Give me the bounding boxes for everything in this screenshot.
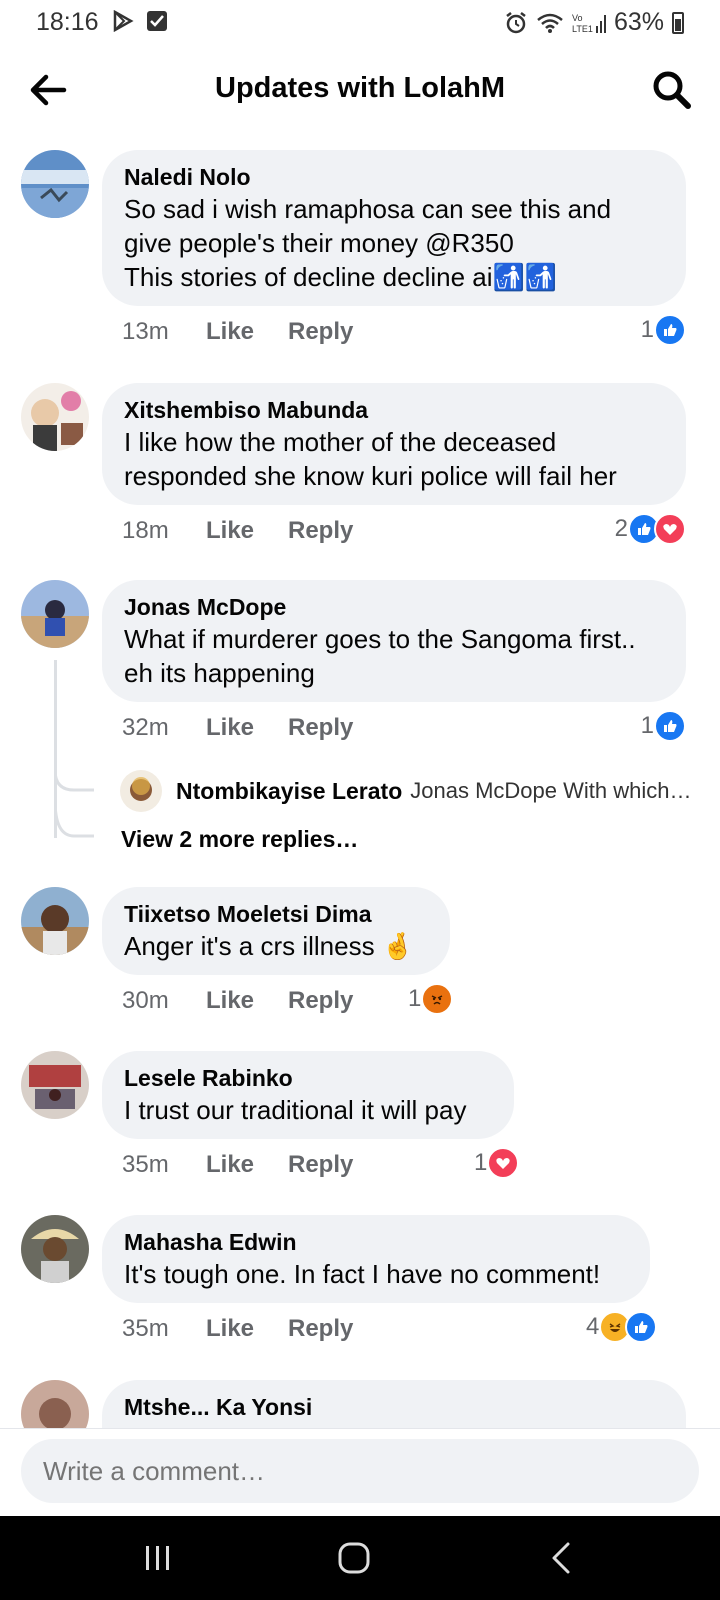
back-nav-icon[interactable] bbox=[542, 1538, 582, 1578]
avatar[interactable] bbox=[21, 580, 89, 648]
status-right-icons: Vo LTE1 63% bbox=[504, 8, 684, 37]
search-icon[interactable] bbox=[650, 68, 694, 112]
avatar[interactable] bbox=[21, 1215, 89, 1283]
comment-time: 35m bbox=[122, 1151, 169, 1178]
comment-text: So sad i wish ramaphosa can see this and… bbox=[124, 194, 612, 292]
comment-author[interactable]: Tiixetso Moeletsi Dima bbox=[124, 899, 428, 929]
comment-author[interactable]: Naledi Nolo bbox=[124, 162, 664, 192]
like-icon bbox=[654, 314, 686, 346]
system-nav-bar bbox=[0, 1516, 720, 1600]
comment-text: I like how the mother of the deceased re… bbox=[124, 427, 617, 491]
like-button[interactable]: Like bbox=[206, 1315, 288, 1343]
like-button[interactable]: Like bbox=[206, 714, 288, 742]
comment-actions: 18m Like Reply bbox=[122, 517, 353, 545]
check-box-icon bbox=[147, 11, 167, 31]
thread-branch bbox=[54, 770, 94, 838]
reaction-summary[interactable]: 1 bbox=[641, 314, 686, 346]
comment-actions: 32m Like Reply bbox=[122, 714, 353, 742]
comment-bubble[interactable]: Lesele Rabinko I trust our traditional i… bbox=[102, 1051, 514, 1139]
play-store-icon bbox=[113, 10, 134, 32]
svg-text:Vo: Vo bbox=[572, 13, 583, 23]
comment-time: 13m bbox=[122, 318, 169, 345]
comment-author[interactable]: Mahasha Edwin bbox=[124, 1227, 628, 1257]
comment-bubble[interactable]: Mahasha Edwin It's tough one. In fact I … bbox=[102, 1215, 650, 1303]
avatar[interactable] bbox=[21, 887, 89, 955]
comment-bubble[interactable]: Jonas McDope What if murderer goes to th… bbox=[102, 580, 686, 702]
signal-icon: VoLTE1 bbox=[572, 13, 606, 34]
comment-actions: 35m Like Reply bbox=[122, 1151, 353, 1179]
comment-input[interactable] bbox=[21, 1439, 699, 1503]
status-time: 18:16 bbox=[36, 8, 99, 36]
alarm-icon bbox=[506, 11, 526, 33]
view-more-replies-link[interactable]: View 2 more replies… bbox=[121, 826, 358, 853]
comment-bubble[interactable]: Tiixetso Moeletsi Dima Anger it's a crs … bbox=[102, 887, 450, 975]
app-bar: Updates with LolahM bbox=[0, 50, 720, 130]
avatar[interactable] bbox=[21, 383, 89, 451]
comment-bubble[interactable]: Naledi Nolo So sad i wish ramaphosa can … bbox=[102, 150, 686, 306]
reply-preview[interactable]: Ntombikayise Lerato Jonas McDope With wh… bbox=[120, 770, 700, 812]
like-icon bbox=[654, 710, 686, 742]
love-icon bbox=[487, 1147, 520, 1179]
comment-author[interactable]: Mtshe... Ka Yonsi bbox=[124, 1392, 664, 1422]
avatar[interactable] bbox=[21, 150, 89, 218]
status-left-icons bbox=[112, 10, 168, 32]
recent-apps-icon[interactable] bbox=[138, 1538, 178, 1578]
comment-text: It's tough one. In fact I have no commen… bbox=[124, 1259, 601, 1289]
comment-composer bbox=[0, 1428, 720, 1517]
comment-text: Anger it's a crs illness 🤞 bbox=[124, 931, 415, 961]
comment-author[interactable]: Xitshembiso Mabunda bbox=[124, 395, 664, 425]
reply-button[interactable]: Reply bbox=[288, 1315, 353, 1343]
comment-actions: 13m Like Reply bbox=[122, 318, 353, 346]
reply-button[interactable]: Reply bbox=[288, 714, 353, 742]
avatar[interactable] bbox=[21, 1051, 89, 1119]
comment-time: 18m bbox=[122, 517, 169, 544]
reply-text: Jonas McDope With which… bbox=[410, 778, 692, 803]
comment-bubble[interactable]: Xitshembiso Mabunda I like how the mothe… bbox=[102, 383, 686, 505]
like-icon bbox=[625, 1311, 658, 1343]
comment-time: 35m bbox=[122, 1315, 169, 1342]
reaction-count: 2 bbox=[614, 515, 628, 542]
svg-text:LTE1: LTE1 bbox=[572, 24, 593, 34]
reaction-summary[interactable]: 1 bbox=[474, 1147, 520, 1179]
like-button[interactable]: Like bbox=[206, 517, 288, 545]
comment-time: 30m bbox=[122, 987, 169, 1014]
wifi-icon bbox=[537, 13, 563, 33]
comment-author[interactable]: Jonas McDope bbox=[124, 592, 664, 622]
status-bar: 18:16 Vo LTE1 63% bbox=[0, 0, 720, 46]
reaction-count: 1 bbox=[640, 712, 654, 739]
reaction-summary[interactable]: 1 bbox=[408, 983, 454, 1015]
angry-icon bbox=[421, 983, 454, 1015]
like-button[interactable]: Like bbox=[206, 318, 288, 346]
avatar[interactable] bbox=[21, 1380, 89, 1428]
comment-text: I trust our traditional it will pay bbox=[124, 1095, 467, 1125]
reaction-count: 4 bbox=[586, 1313, 600, 1340]
comment-time: 32m bbox=[122, 714, 169, 741]
comment-bubble[interactable]: Mtshe... Ka Yonsi bbox=[102, 1380, 686, 1428]
comment-actions: 30m Like Reply bbox=[122, 987, 353, 1015]
comment-actions: 35m Like Reply bbox=[122, 1315, 353, 1343]
reply-avatar[interactable] bbox=[120, 770, 162, 812]
reply-button[interactable]: Reply bbox=[288, 517, 353, 545]
reaction-count: 1 bbox=[474, 1149, 488, 1176]
battery-icon bbox=[672, 11, 684, 34]
reaction-summary[interactable]: 4 bbox=[586, 1311, 658, 1343]
reply-button[interactable]: Reply bbox=[288, 318, 353, 346]
love-icon bbox=[654, 513, 686, 545]
reaction-summary[interactable]: 2 bbox=[615, 513, 686, 545]
reaction-count: 1 bbox=[408, 985, 422, 1012]
comment-item: Mtshe... Ka Yonsi bbox=[0, 1380, 720, 1428]
reaction-summary[interactable]: 1 bbox=[641, 710, 686, 742]
reaction-count: 1 bbox=[640, 316, 654, 343]
home-icon[interactable] bbox=[334, 1538, 374, 1578]
reply-button[interactable]: Reply bbox=[288, 987, 353, 1015]
comment-text: What if murderer goes to the Sangoma fir… bbox=[124, 624, 636, 688]
reply-author[interactable]: Ntombikayise Lerato bbox=[176, 778, 402, 805]
like-button[interactable]: Like bbox=[206, 987, 288, 1015]
comment-author[interactable]: Lesele Rabinko bbox=[124, 1063, 492, 1093]
battery-percent: 63% bbox=[613, 8, 664, 36]
page-title: Updates with LolahM bbox=[215, 72, 505, 104]
like-button[interactable]: Like bbox=[206, 1151, 288, 1179]
reply-button[interactable]: Reply bbox=[288, 1151, 353, 1179]
